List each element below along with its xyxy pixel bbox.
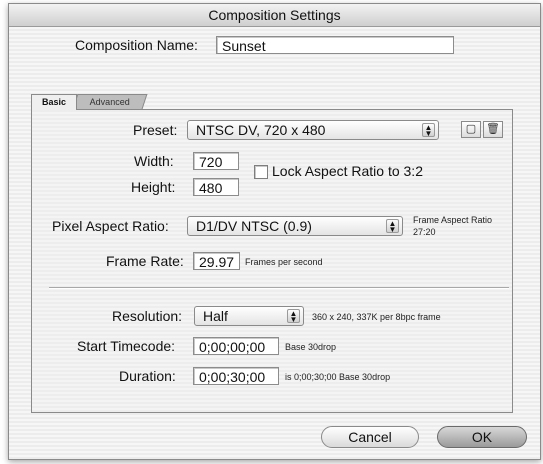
resolution-info: 360 x 240, 337K per 8bpc frame (312, 312, 441, 322)
pixel-aspect-label: Pixel Aspect Ratio: (52, 218, 169, 234)
duration-label: Duration: (119, 368, 176, 384)
pixel-aspect-select[interactable]: D1/DV NTSC (0.9) ▲ ▼ (187, 216, 403, 236)
cancel-button[interactable]: Cancel (321, 426, 419, 448)
height-input[interactable]: 480 (193, 178, 239, 196)
resolution-label: Resolution: (112, 308, 183, 324)
start-timecode-label: Start Timecode: (77, 338, 176, 354)
popup-arrows-icon: ▲ ▼ (422, 123, 435, 138)
composition-name-input[interactable]: Sunset (216, 36, 454, 54)
frame-rate-unit: Frames per second (245, 257, 323, 267)
frame-rate-input[interactable]: 29.97 (193, 252, 240, 270)
popup-arrows-icon: ▲ ▼ (386, 219, 399, 234)
preset-label: Preset: (133, 122, 178, 138)
lock-aspect-label: Lock Aspect Ratio to 3:2 (272, 163, 423, 179)
save-preset-icon[interactable]: ▢ (461, 121, 481, 138)
width-label: Width: (134, 153, 174, 169)
frame-aspect-label: Frame Aspect Ratio (413, 215, 493, 225)
start-timecode-input[interactable]: 0;00;00;00 (193, 337, 279, 355)
height-label: Height: (131, 179, 176, 195)
duration-info: is 0;00;30;00 Base 30drop (285, 372, 391, 382)
popup-arrows-icon: ▲ ▼ (287, 309, 300, 324)
window-title: Composition Settings (9, 4, 540, 27)
width-input[interactable]: 720 (193, 152, 239, 170)
duration-input[interactable]: 0;00;30;00 (193, 367, 279, 385)
frame-rate-label: Frame Rate: (106, 253, 184, 269)
start-timecode-base: Base 30drop (285, 342, 337, 352)
tab-advanced-label: Advanced (89, 97, 130, 107)
tab-advanced[interactable]: Advanced (72, 94, 148, 109)
preset-value: NTSC DV, 720 x 480 (196, 122, 326, 138)
panel-separator (49, 287, 509, 289)
resolution-select[interactable]: Half ▲ ▼ (194, 306, 304, 326)
pixel-aspect-value: D1/DV NTSC (0.9) (196, 218, 312, 234)
preset-select[interactable]: NTSC DV, 720 x 480 ▲ ▼ (187, 120, 439, 140)
tab-basic[interactable]: Basic (31, 94, 77, 110)
lock-aspect-checkbox[interactable] (254, 165, 268, 179)
resolution-value: Half (203, 308, 228, 324)
ok-button[interactable]: OK (437, 426, 527, 448)
composition-settings-dialog: Composition Settings Composition Name: S… (8, 3, 541, 460)
composition-name-label: Composition Name: (75, 37, 198, 53)
frame-aspect-value: 27:20 (413, 227, 436, 237)
trash-icon[interactable]: 🗑 (483, 121, 503, 138)
